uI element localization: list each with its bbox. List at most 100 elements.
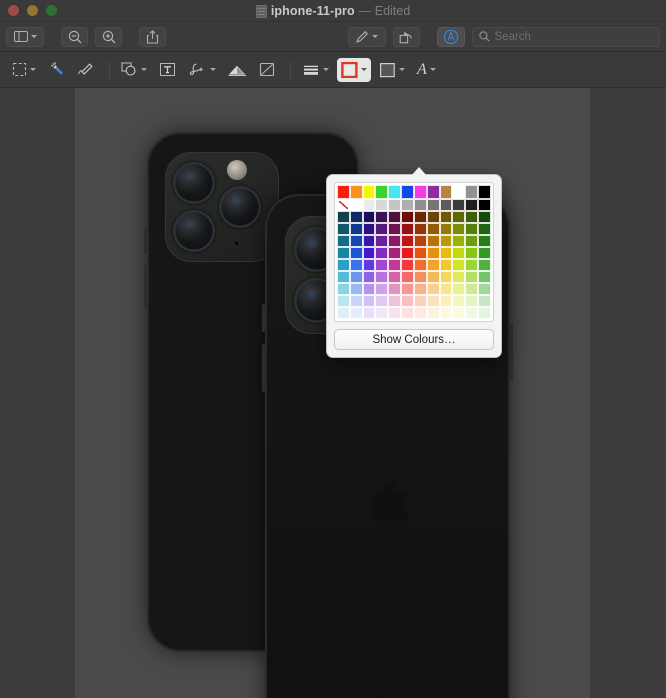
color-swatch-1-9[interactable] bbox=[452, 223, 466, 235]
close-button[interactable] bbox=[8, 5, 19, 16]
text-style-tool-button[interactable]: A bbox=[413, 58, 440, 82]
color-swatch-7-3[interactable] bbox=[375, 295, 389, 307]
rotate-left-button[interactable] bbox=[392, 26, 420, 47]
color-swatch-1-0[interactable] bbox=[337, 223, 350, 235]
color-swatch-8-9[interactable] bbox=[452, 307, 466, 319]
color-swatch-3-5[interactable] bbox=[401, 247, 414, 259]
color-swatch-4-7[interactable] bbox=[426, 259, 440, 271]
shapes-tool-button[interactable] bbox=[117, 58, 151, 82]
color-swatch-6-0[interactable] bbox=[337, 283, 350, 295]
color-swatch-5-7[interactable] bbox=[426, 271, 440, 283]
border-color-tool-button[interactable] bbox=[337, 57, 371, 82]
color-swatch-6-9[interactable] bbox=[452, 283, 466, 295]
color-swatch-6-11[interactable] bbox=[478, 283, 491, 295]
color-swatch-7-10[interactable] bbox=[465, 295, 479, 307]
color-swatch-8-5[interactable] bbox=[401, 307, 414, 319]
color-swatch-3-10[interactable] bbox=[465, 247, 479, 259]
color-swatch-0-9[interactable] bbox=[452, 211, 466, 223]
color-swatch-4-4[interactable] bbox=[388, 259, 402, 271]
color-swatch-7-6[interactable] bbox=[413, 295, 427, 307]
color-swatch-2-8[interactable] bbox=[439, 235, 453, 247]
color-swatch-6-10[interactable] bbox=[465, 283, 479, 295]
color-swatch-6-8[interactable] bbox=[439, 283, 453, 295]
color-swatch-6-3[interactable] bbox=[375, 283, 389, 295]
adjust-color-tool-button[interactable] bbox=[224, 58, 251, 82]
color-swatch-6-7[interactable] bbox=[426, 283, 440, 295]
color-swatch-7-9[interactable] bbox=[452, 295, 466, 307]
color-swatch-7-2[interactable] bbox=[362, 295, 376, 307]
color-swatch-8-0[interactable] bbox=[337, 307, 350, 319]
selection-tool-button[interactable] bbox=[8, 58, 40, 82]
color-swatch-3-7[interactable] bbox=[426, 247, 440, 259]
color-swatch-3-0[interactable] bbox=[337, 247, 350, 259]
color-swatch-primary-8[interactable] bbox=[439, 185, 453, 199]
color-swatch-5-10[interactable] bbox=[465, 271, 479, 283]
color-swatch-8-2[interactable] bbox=[362, 307, 376, 319]
color-swatch-4-0[interactable] bbox=[337, 259, 350, 271]
color-swatch-0-7[interactable] bbox=[426, 211, 440, 223]
color-swatch-4-10[interactable] bbox=[465, 259, 479, 271]
color-swatch-8-3[interactable] bbox=[375, 307, 389, 319]
instant-alpha-tool-button[interactable] bbox=[44, 58, 69, 82]
color-swatch-5-3[interactable] bbox=[375, 271, 389, 283]
color-swatch-5-11[interactable] bbox=[478, 271, 491, 283]
color-swatch-primary-4[interactable] bbox=[388, 185, 402, 199]
color-swatch-6-5[interactable] bbox=[401, 283, 414, 295]
zoom-out-button[interactable] bbox=[61, 26, 88, 47]
color-swatch-7-0[interactable] bbox=[337, 295, 350, 307]
document-canvas[interactable]: Show Colours… bbox=[0, 88, 666, 698]
color-swatch-2-5[interactable] bbox=[401, 235, 414, 247]
color-swatch-7-8[interactable] bbox=[439, 295, 453, 307]
color-swatch-gray-9[interactable] bbox=[452, 199, 466, 211]
color-swatch-8-6[interactable] bbox=[413, 307, 427, 319]
color-swatch-2-3[interactable] bbox=[375, 235, 389, 247]
color-swatch-gray-8[interactable] bbox=[439, 199, 453, 211]
color-swatch-3-8[interactable] bbox=[439, 247, 453, 259]
color-swatch-0-6[interactable] bbox=[413, 211, 427, 223]
color-swatch-1-11[interactable] bbox=[478, 223, 491, 235]
color-swatch-3-4[interactable] bbox=[388, 247, 402, 259]
color-swatch-5-5[interactable] bbox=[401, 271, 414, 283]
color-swatch-3-1[interactable] bbox=[349, 247, 363, 259]
no-color-swatch[interactable] bbox=[337, 199, 350, 211]
color-swatch-primary-3[interactable] bbox=[375, 185, 389, 199]
color-swatch-0-2[interactable] bbox=[362, 211, 376, 223]
color-swatch-5-8[interactable] bbox=[439, 271, 453, 283]
color-swatch-7-7[interactable] bbox=[426, 295, 440, 307]
sidebar-toggle-button[interactable] bbox=[6, 26, 44, 47]
color-swatch-3-9[interactable] bbox=[452, 247, 466, 259]
color-swatch-8-8[interactable] bbox=[439, 307, 453, 319]
color-swatch-2-10[interactable] bbox=[465, 235, 479, 247]
color-swatch-2-6[interactable] bbox=[413, 235, 427, 247]
share-button[interactable] bbox=[139, 26, 166, 47]
text-tool-button[interactable] bbox=[155, 58, 180, 82]
color-swatch-gray-3[interactable] bbox=[375, 199, 389, 211]
color-swatch-5-9[interactable] bbox=[452, 271, 466, 283]
color-swatch-5-1[interactable] bbox=[349, 271, 363, 283]
color-swatch-8-1[interactable] bbox=[349, 307, 363, 319]
color-swatch-4-3[interactable] bbox=[375, 259, 389, 271]
color-swatch-1-1[interactable] bbox=[349, 223, 363, 235]
color-swatch-4-8[interactable] bbox=[439, 259, 453, 271]
color-swatch-0-4[interactable] bbox=[388, 211, 402, 223]
color-swatch-8-10[interactable] bbox=[465, 307, 479, 319]
adjust-size-tool-button[interactable] bbox=[255, 58, 279, 82]
color-swatch-2-11[interactable] bbox=[478, 235, 491, 247]
minimize-button[interactable] bbox=[27, 5, 38, 16]
color-swatch-1-7[interactable] bbox=[426, 223, 440, 235]
color-swatch-1-2[interactable] bbox=[362, 223, 376, 235]
color-swatch-5-0[interactable] bbox=[337, 271, 350, 283]
color-swatch-6-2[interactable] bbox=[362, 283, 376, 295]
color-swatch-gray-4[interactable] bbox=[388, 199, 402, 211]
color-swatch-4-2[interactable] bbox=[362, 259, 376, 271]
color-swatch-primary-10[interactable] bbox=[465, 185, 479, 199]
color-swatch-2-9[interactable] bbox=[452, 235, 466, 247]
color-swatch-0-11[interactable] bbox=[478, 211, 491, 223]
color-swatch-0-1[interactable] bbox=[349, 211, 363, 223]
color-swatch-primary-0[interactable] bbox=[337, 185, 350, 199]
color-swatch-gray-7[interactable] bbox=[426, 199, 440, 211]
color-swatch-4-9[interactable] bbox=[452, 259, 466, 271]
color-swatch-4-5[interactable] bbox=[401, 259, 414, 271]
color-swatch-1-10[interactable] bbox=[465, 223, 479, 235]
color-swatch-2-4[interactable] bbox=[388, 235, 402, 247]
